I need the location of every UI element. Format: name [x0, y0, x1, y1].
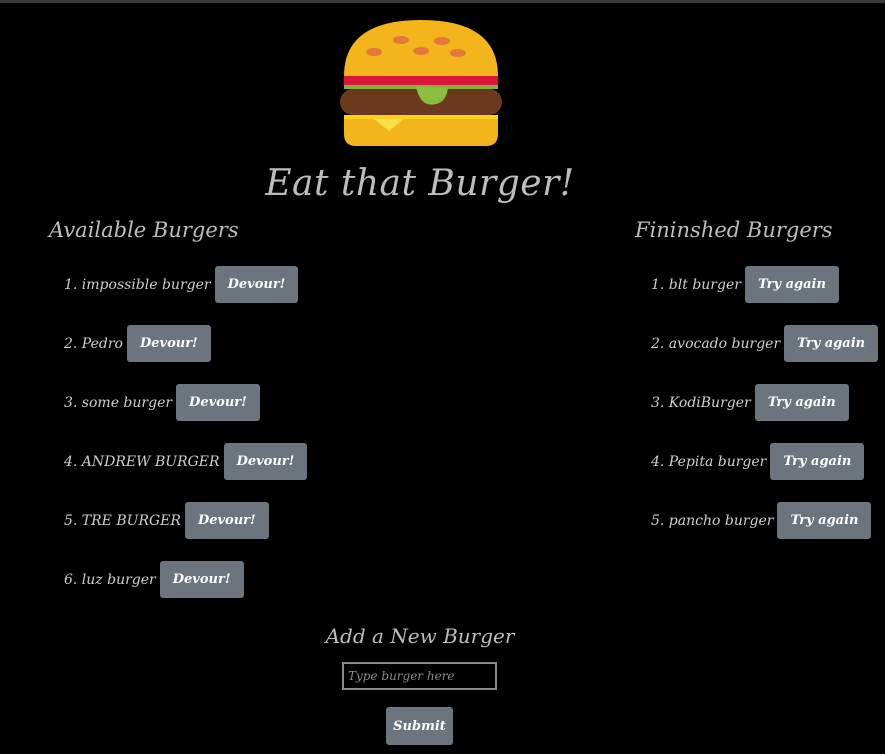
try-again-button[interactable]: Try again — [777, 502, 872, 539]
burger-name: 3. some burger — [64, 394, 173, 411]
burger-name: 3. KodiBurger — [651, 394, 751, 411]
available-burgers-list: 1. impossible burger Devour! 2. Pedro De… — [64, 266, 308, 620]
burger-name: 4. Pepita burger — [651, 453, 767, 470]
try-again-button[interactable]: Try again — [770, 443, 865, 480]
devour-button[interactable]: Devour! — [159, 561, 244, 598]
hamburger-icon — [340, 20, 502, 146]
window-top-border — [0, 0, 885, 3]
burger-name-input[interactable] — [342, 662, 497, 690]
try-again-button[interactable]: Try again — [784, 325, 879, 362]
available-burgers-heading: Available Burgers — [49, 218, 239, 242]
available-burger-item: 4. ANDREW BURGER Devour! — [64, 443, 308, 480]
finished-burger-item: 2. avocado burger Try again — [651, 325, 879, 362]
try-again-button[interactable]: Try again — [754, 384, 849, 421]
burger-name: 2. Pedro — [64, 335, 123, 352]
burger-name: 5. TRE BURGER — [64, 512, 181, 529]
add-burger-heading: Add a New Burger — [325, 624, 515, 648]
devour-button[interactable]: Devour! — [223, 443, 308, 480]
burger-name: 1. blt burger — [651, 276, 741, 293]
available-burger-item: 2. Pedro Devour! — [64, 325, 307, 362]
finished-burgers-heading: Fininshed Burgers — [635, 218, 833, 242]
finished-burger-item: 5. pancho burger Try again — [651, 502, 878, 539]
try-again-button[interactable]: Try again — [744, 266, 839, 303]
finished-burger-item: 3. KodiBurger Try again — [651, 384, 878, 421]
burger-name: 6. luz burger — [64, 571, 156, 588]
page-title: Eat that Burger! — [265, 163, 575, 204]
finished-burger-item: 4. Pepita burger Try again — [651, 443, 878, 480]
available-burger-item: 3. some burger Devour! — [64, 384, 307, 421]
devour-button[interactable]: Devour! — [184, 502, 269, 539]
burger-name: 5. pancho burger — [651, 512, 774, 529]
devour-button[interactable]: Devour! — [214, 266, 299, 303]
burger-name: 1. impossible burger — [64, 276, 211, 293]
available-burger-item: 1. impossible burger Devour! — [64, 266, 307, 303]
submit-button[interactable]: Submit — [386, 707, 453, 745]
devour-button[interactable]: Devour! — [126, 325, 211, 362]
burger-name: 4. ANDREW BURGER — [64, 453, 220, 470]
finished-burgers-list: 1. blt burger Try again 2. avocado burge… — [651, 266, 879, 561]
devour-button[interactable]: Devour! — [176, 384, 260, 421]
available-burger-item: 6. luz burger Devour! — [64, 561, 307, 598]
finished-burger-item: 1. blt burger Try again — [651, 266, 878, 303]
available-burger-item: 5. TRE BURGER Devour! — [64, 502, 307, 539]
burger-name: 2. avocado burger — [651, 335, 781, 352]
